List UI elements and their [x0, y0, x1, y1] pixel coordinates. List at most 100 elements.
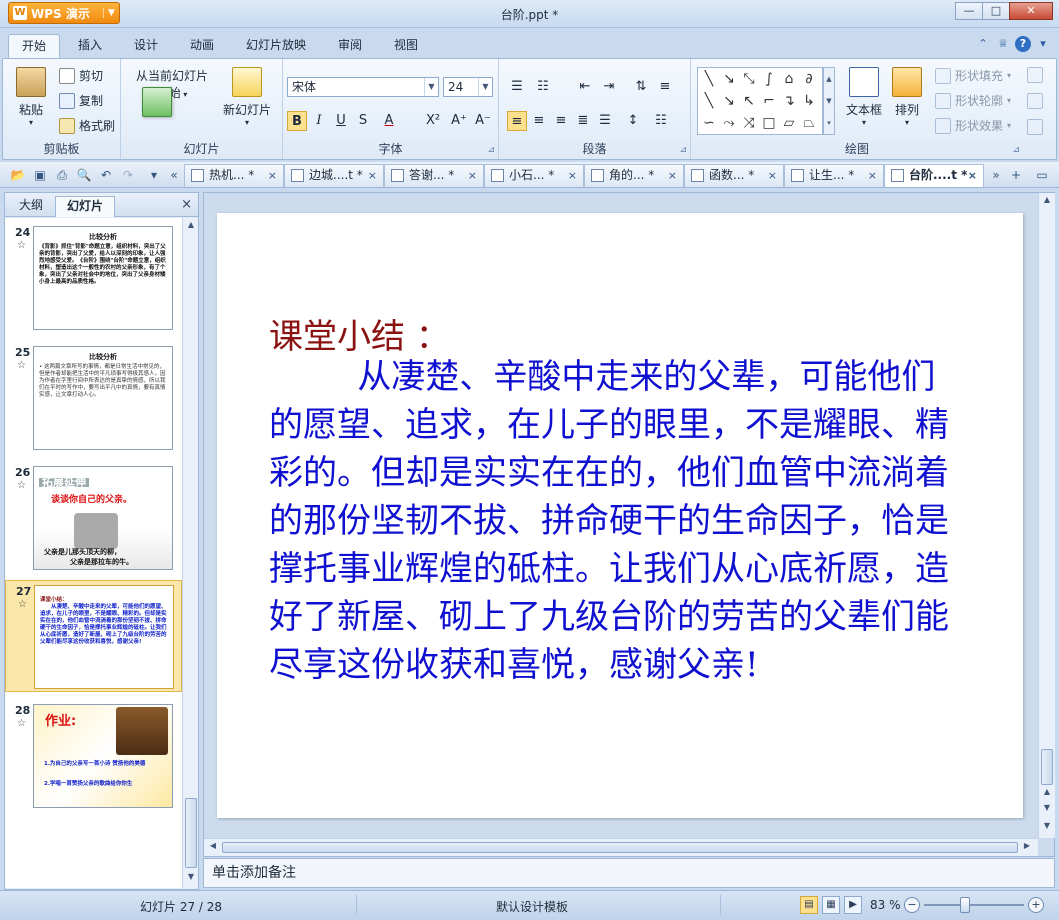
tab-review[interactable]: 审阅 [326, 34, 374, 58]
maximize-button[interactable]: □ [982, 2, 1010, 20]
minimize-ribbon-icon[interactable]: ⌃ [975, 36, 991, 52]
curved-arrow-icon[interactable]: ⤳ [720, 114, 738, 132]
doc-tab[interactable]: 边城....t * × [284, 164, 384, 187]
close-tab-icon[interactable]: × [268, 165, 277, 186]
bold-button[interactable]: B [287, 111, 307, 131]
align-text-button[interactable]: ≡ [655, 77, 675, 97]
elbow-arrow-icon[interactable]: ↘ [720, 92, 738, 110]
connector-icon[interactable]: ↖ [740, 92, 758, 110]
tool-icon[interactable] [1027, 93, 1043, 109]
shapes-gallery-scroll[interactable]: ▲ ▼ ▾ [823, 67, 835, 135]
scroll-right-icon[interactable]: ▶ [1020, 841, 1034, 850]
close-tab-icon[interactable]: × [368, 165, 377, 186]
doc-tab[interactable]: 角的... * × [584, 164, 684, 187]
underline-button[interactable]: U [331, 111, 351, 131]
italic-button[interactable]: I [309, 111, 329, 131]
play-from-current-button[interactable]: 从当前幻灯片 开始 ▾ [129, 67, 215, 117]
columns-button[interactable]: ☷ [651, 111, 671, 131]
tab-design[interactable]: 设计 [122, 34, 170, 58]
help-icon[interactable]: ? [1015, 36, 1031, 52]
slide-thumbnail[interactable]: 比较分析 • 这两篇文章所写的事情，都是日常生活中常见的，但是作者却能把生活中的… [33, 346, 173, 450]
tab-slideshow[interactable]: 幻灯片放映 [236, 34, 316, 58]
zoom-in-icon[interactable]: + [1028, 897, 1044, 913]
connector-icon[interactable]: ↴ [780, 92, 798, 110]
parallelogram-shape-icon[interactable]: ▱ [780, 114, 798, 132]
thumbnail-row[interactable]: 26 ☆ 拓展延伸 谈谈你自己的父亲。 父亲是儿那头顶天的柳， 父亲是那拉车的牛… [5, 462, 182, 574]
close-tab-icon[interactable]: × [768, 165, 777, 186]
close-tab-icon[interactable]: × [968, 165, 977, 186]
connector-icon[interactable]: ↳ [800, 92, 818, 110]
freeform-shape-icon[interactable]: ⌂ [780, 70, 798, 88]
thumbnail-row[interactable]: 28 ☆ 作业: 1.为自己的父亲写一首小诗 赞扬他的美德 2.学唱一首赞扬父亲… [5, 700, 182, 812]
notes-area[interactable]: 单击添加备注 [203, 858, 1055, 888]
doc-tab[interactable]: 答谢... * × [384, 164, 484, 187]
bullets-button[interactable]: ☰ [507, 77, 527, 97]
skin-icon[interactable]: ♕ [995, 36, 1011, 52]
slideshow-view-button[interactable]: ▶ [844, 896, 862, 914]
text-direction-button[interactable]: ⇅ [631, 77, 651, 97]
scroll-down-icon[interactable]: ▼ [1041, 821, 1053, 835]
minimize-button[interactable]: — [955, 2, 983, 20]
elbow-connector-icon[interactable]: ╲ [700, 92, 718, 110]
tool-icon[interactable] [1027, 67, 1043, 83]
slide-thumbnail[interactable]: 作业: 1.为自己的父亲写一首小诗 赞扬他的美德 2.学唱一首赞扬父亲的歌曲给你… [33, 704, 173, 808]
line-spacing-button[interactable]: ↕ [623, 111, 643, 131]
trapezoid-shape-icon[interactable]: ⏢ [800, 114, 818, 132]
copy-button[interactable]: 复制 [59, 92, 103, 109]
slide-body[interactable]: 从凄楚、辛酸中走来的父辈，可能他们的愿望、追求，在儿子的眼里，不是耀眼、精彩的。… [269, 353, 964, 689]
font-name-select[interactable]: 宋体 ▼ [287, 77, 439, 97]
doc-tab[interactable]: 函数... * × [684, 164, 784, 187]
increase-font-button[interactable]: A⁺ [449, 111, 469, 131]
textbox-button[interactable]: 文本框 ▾ [841, 67, 887, 127]
thumbnail-row-selected[interactable]: 27 ☆ 课堂小结： 从凄楚、辛酸中走来的父辈，可能他们的愿望、追求，在儿子的眼… [5, 580, 182, 692]
slide-title[interactable]: 课堂小结 ： [269, 309, 450, 358]
scroll-thumb[interactable] [222, 842, 1018, 853]
thumbnail-row[interactable]: 25 ☆ 比较分析 • 这两篇文章所写的事情，都是日常生活中常见的，但是作者却能… [5, 342, 182, 454]
double-arrow-shape-icon[interactable]: ⤡ [740, 70, 758, 88]
new-tab-icon[interactable]: + [1008, 167, 1024, 183]
shape-effect-button[interactable]: 形状效果 ▾ [935, 117, 1011, 134]
tab-home[interactable]: 开始 [8, 34, 60, 58]
new-slide-button[interactable]: 新幻灯片 ▾ [219, 67, 275, 127]
tab-list-icon[interactable]: ▭ [1034, 167, 1050, 183]
save-icon[interactable]: ▣ [32, 167, 48, 183]
rectangle-shape-icon[interactable]: □ [760, 114, 778, 132]
tab-slides[interactable]: 幻灯片 [55, 196, 115, 217]
increase-indent-button[interactable]: ⇥ [599, 77, 619, 97]
shape-outline-button[interactable]: 形状轮廓 ▾ [935, 92, 1011, 109]
slide-thumbnail[interactable]: 拓展延伸 谈谈你自己的父亲。 父亲是儿那头顶天的柳， 父亲是那拉车的牛。 [33, 466, 173, 570]
slide-thumbnail[interactable]: 课堂小结： 从凄楚、辛酸中走来的父辈，可能他们的愿望、追求，在儿子的眼里，不是耀… [34, 585, 174, 689]
thumbnail-scrollbar[interactable]: ▲ ▼ [182, 218, 198, 888]
close-tab-icon[interactable]: × [468, 165, 477, 186]
normal-view-button[interactable]: ▤ [800, 896, 818, 914]
tab-insert[interactable]: 插入 [66, 34, 114, 58]
next-slide-icon[interactable]: ▼ [1041, 803, 1053, 817]
open-folder-icon[interactable]: 📂 [10, 167, 26, 183]
distribute-button[interactable]: ☰ [595, 111, 615, 131]
line-shape-icon[interactable]: ╲ [700, 70, 718, 88]
font-color-button[interactable]: A [379, 111, 399, 131]
zoom-slider-knob[interactable] [959, 897, 970, 913]
close-button[interactable]: ✕ [1009, 2, 1053, 20]
numbering-button[interactable]: ☷ [533, 77, 553, 97]
print-icon[interactable]: ⎙ [54, 167, 70, 183]
slide-sorter-view-button[interactable]: ▦ [822, 896, 840, 914]
tabs-left-icon[interactable]: « [166, 167, 182, 183]
slide-vertical-scrollbar[interactable]: ▲ ▲ ▼ ▼ [1038, 193, 1055, 838]
current-slide[interactable]: 课堂小结 ： 从凄楚、辛酸中走来的父辈，可能他们的愿望、追求，在儿子的眼里，不是… [217, 213, 1023, 818]
scribble-shape-icon[interactable]: ∂ [800, 70, 818, 88]
tool-icon[interactable] [1027, 119, 1043, 135]
doc-tab-active[interactable]: 台阶....t * × [884, 164, 984, 187]
format-painter-button[interactable]: 格式刷 [59, 117, 115, 134]
scroll-down-icon[interactable]: ▼ [185, 872, 197, 886]
close-panel-icon[interactable]: × [181, 197, 192, 212]
paste-button[interactable]: 粘贴 ▾ [9, 67, 53, 127]
slide-horizontal-scrollbar[interactable]: ◀ ▶ [204, 838, 1038, 856]
dialog-launcher-icon[interactable]: ⊿ [1012, 145, 1020, 155]
scroll-left-icon[interactable]: ◀ [206, 841, 220, 850]
arrange-button[interactable]: 排列 ▾ [889, 67, 925, 127]
dialog-launcher-icon[interactable]: ⊿ [679, 145, 687, 155]
doc-tab[interactable]: 小石... * × [484, 164, 584, 187]
close-tab-icon[interactable]: × [868, 165, 877, 186]
zoom-slider-track[interactable] [924, 904, 1024, 906]
